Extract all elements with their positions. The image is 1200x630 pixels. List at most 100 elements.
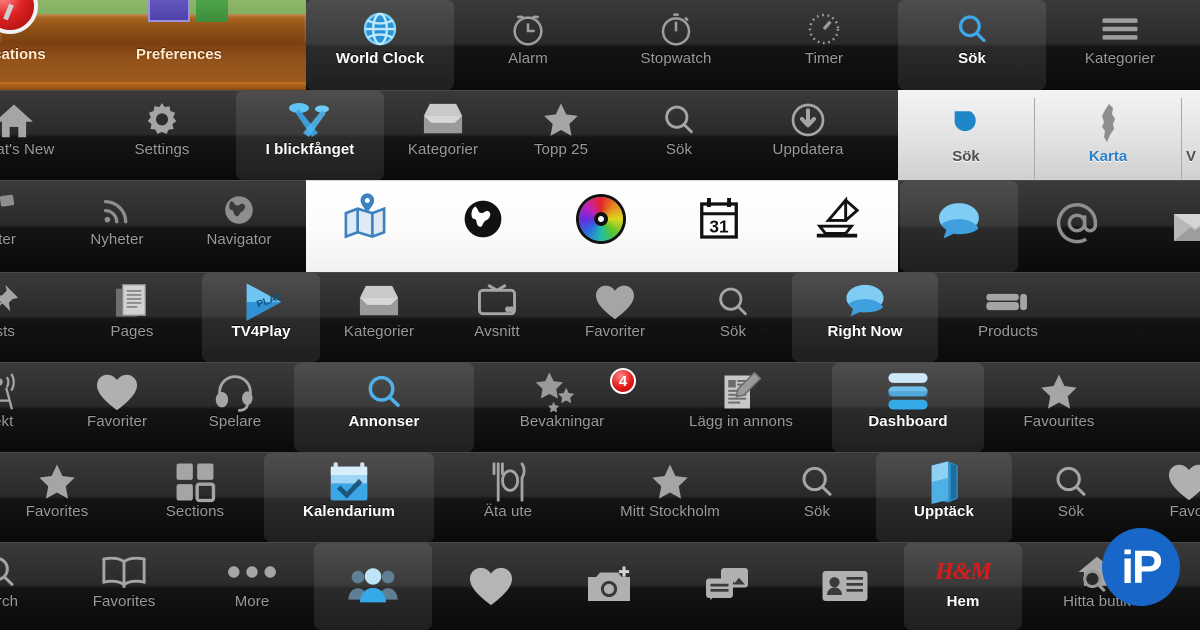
tab-sok-2[interactable]: Sök bbox=[620, 91, 738, 180]
tab-avsnitt[interactable]: Avsnitt bbox=[438, 273, 556, 362]
tab-chat-photo[interactable] bbox=[668, 543, 786, 630]
search-icon bbox=[758, 460, 876, 504]
tab-products[interactable]: Products bbox=[938, 273, 1078, 362]
tabbar-collage: fications Preferences World Clock bbox=[0, 0, 1200, 630]
tab-right-now[interactable]: Right Now bbox=[792, 273, 938, 362]
tab-direkt[interactable]: irekt bbox=[0, 363, 58, 452]
tab-nyheter[interactable]: Nyheter bbox=[58, 181, 176, 272]
tab-upptack[interactable]: Upptäck bbox=[876, 453, 1012, 542]
tabbar-row-3-light[interactable]: 31 bbox=[306, 180, 898, 272]
shelf-tab-label-notifications[interactable]: fications bbox=[0, 46, 46, 63]
tab-more[interactable]: More bbox=[190, 543, 314, 630]
tab-timer[interactable]: Timer bbox=[750, 0, 898, 90]
tab-label: World Clock bbox=[335, 50, 425, 67]
tab-globe-black[interactable] bbox=[424, 181, 542, 272]
books-figurine-icon-2 bbox=[196, 0, 228, 22]
tabbar-row-3-right[interactable] bbox=[900, 180, 1200, 272]
tabbar-row-6[interactable]: Favorites Sections Kalendarium Äta ute M… bbox=[0, 452, 1200, 542]
shelf-front-edge bbox=[0, 82, 306, 90]
tab-world-clock[interactable]: World Clock bbox=[306, 0, 454, 90]
tab-whats-new[interactable]: What's New bbox=[0, 91, 88, 180]
tab-kategorier-1[interactable]: Kategorier bbox=[1046, 0, 1194, 90]
tab-sections[interactable]: Sections bbox=[126, 453, 264, 542]
tab-favorites-2[interactable]: Favorites bbox=[58, 543, 190, 630]
tab-uppdatera[interactable]: Uppdatera bbox=[738, 91, 878, 180]
tab-hem[interactable]: H&M Hem bbox=[904, 543, 1022, 630]
tab-posts[interactable]: osts bbox=[0, 273, 62, 362]
tab-label: Kalendarium bbox=[303, 503, 395, 520]
tab-tv4play[interactable]: PLAY TV4Play bbox=[202, 273, 320, 362]
tab-label: Right Now bbox=[827, 323, 903, 340]
tab-kategorier-2[interactable]: Kategorier bbox=[384, 91, 502, 180]
tab-map-pin[interactable] bbox=[306, 181, 424, 272]
tab-chat-bubble[interactable] bbox=[900, 181, 1018, 272]
tab-topp-25[interactable]: Topp 25 bbox=[502, 91, 620, 180]
blue-drop-icon bbox=[949, 100, 983, 148]
segtab-sok[interactable]: Sök bbox=[898, 90, 1034, 181]
shelf-tabbar[interactable]: fications Preferences bbox=[0, 0, 306, 90]
tab-spelare[interactable]: Spelare bbox=[176, 363, 294, 452]
calendar-31-icon: 31 bbox=[660, 188, 778, 250]
documents-icon bbox=[62, 280, 202, 324]
tab-settings[interactable]: Settings bbox=[88, 91, 236, 180]
tab-label: Products bbox=[978, 323, 1038, 340]
tab-dashboard[interactable]: Dashboard bbox=[832, 363, 984, 452]
tab-favoriter-2[interactable]: Favoriter bbox=[58, 363, 176, 452]
tv-icon bbox=[438, 280, 556, 324]
tab-favoriter-1[interactable]: Favoriter bbox=[556, 273, 674, 362]
tabbar-row-4[interactable]: osts Pages bbox=[0, 272, 1200, 362]
tab-label: Sök bbox=[958, 50, 986, 67]
tab-mail-download[interactable] bbox=[1136, 181, 1200, 272]
segtab-karta[interactable]: Karta bbox=[1035, 90, 1181, 181]
tab-alarm[interactable]: Alarm bbox=[454, 0, 602, 90]
tab-favorites-1[interactable]: Favorites bbox=[0, 453, 126, 542]
star-icon bbox=[582, 460, 758, 504]
chat-photo-icon bbox=[668, 550, 786, 622]
tab-label: Lägg in annons bbox=[689, 413, 793, 430]
tab-contact-card[interactable] bbox=[786, 543, 904, 630]
tab-calendar[interactable]: 31 bbox=[660, 181, 778, 272]
tab-favourites-1[interactable]: Favourites bbox=[984, 363, 1134, 452]
tabbar-row-1[interactable]: World Clock Alarm Stopwatch Timer Sök Ka… bbox=[306, 0, 1200, 90]
tab-bevakningar[interactable]: 4 Bevakningar bbox=[474, 363, 650, 452]
star-icon bbox=[0, 460, 126, 504]
tab-people[interactable] bbox=[314, 543, 432, 630]
tab-heart-7[interactable] bbox=[432, 543, 550, 630]
tab-pages[interactable]: Pages bbox=[62, 273, 202, 362]
tab-label: I blickfånget bbox=[265, 141, 355, 158]
tab-kategorier-3[interactable]: Kategorier bbox=[320, 273, 438, 362]
segtab-label: Karta bbox=[1088, 148, 1128, 165]
tab-sok-4[interactable]: Sök bbox=[758, 453, 876, 542]
tab-navigator[interactable]: Navigator bbox=[176, 181, 302, 272]
tab-at-sign[interactable] bbox=[1018, 181, 1136, 272]
tabbar-row-2[interactable]: What's New Settings I blickfånget bbox=[0, 90, 960, 180]
blue-chat-bubble-icon bbox=[900, 188, 1018, 258]
tab-sok-3[interactable]: Sök bbox=[674, 273, 792, 362]
tab-sailboat[interactable] bbox=[778, 181, 896, 272]
tab-label: jetter bbox=[0, 231, 16, 248]
tab-lagg-in-annons[interactable]: Lägg in annons bbox=[650, 363, 832, 452]
tab-camera[interactable] bbox=[550, 543, 668, 630]
tab-search[interactable]: earch bbox=[0, 543, 58, 630]
tab-color-wheel[interactable] bbox=[542, 181, 660, 272]
tab-label: Stopwatch bbox=[640, 50, 712, 67]
tab-label: Sök bbox=[665, 141, 693, 158]
segtab-partial[interactable]: V bbox=[1182, 90, 1200, 181]
segmented-tabbar[interactable]: Sök Karta V bbox=[898, 90, 1200, 181]
tab-label: Bevakningar bbox=[519, 413, 605, 430]
tab-kalendarium[interactable]: Kalendarium bbox=[264, 453, 434, 542]
tab-sok-1[interactable]: Sök bbox=[898, 0, 1046, 90]
tab-ata-ute[interactable]: Äta ute bbox=[434, 453, 582, 542]
alarm-clock-icon bbox=[454, 7, 602, 51]
tab-widgets[interactable]: jetter bbox=[0, 181, 58, 272]
tab-mitt-stockholm[interactable]: Mitt Stockholm bbox=[582, 453, 758, 542]
tabbar-row-5[interactable]: irekt Favoriter Spelare bbox=[0, 362, 1200, 452]
tabbar-row-7[interactable]: earch Favorites More bbox=[0, 542, 1200, 630]
tab-stopwatch[interactable]: Stopwatch bbox=[602, 0, 750, 90]
tab-i-blickfanget[interactable]: I blickfånget bbox=[236, 91, 384, 180]
tab-sok-5[interactable]: Sök bbox=[1012, 453, 1130, 542]
shelf-tab-label-preferences[interactable]: Preferences bbox=[136, 46, 222, 63]
tab-label: Uppdatera bbox=[772, 141, 844, 158]
tab-annonser[interactable]: Annonser bbox=[294, 363, 474, 452]
home-icon bbox=[0, 98, 88, 142]
